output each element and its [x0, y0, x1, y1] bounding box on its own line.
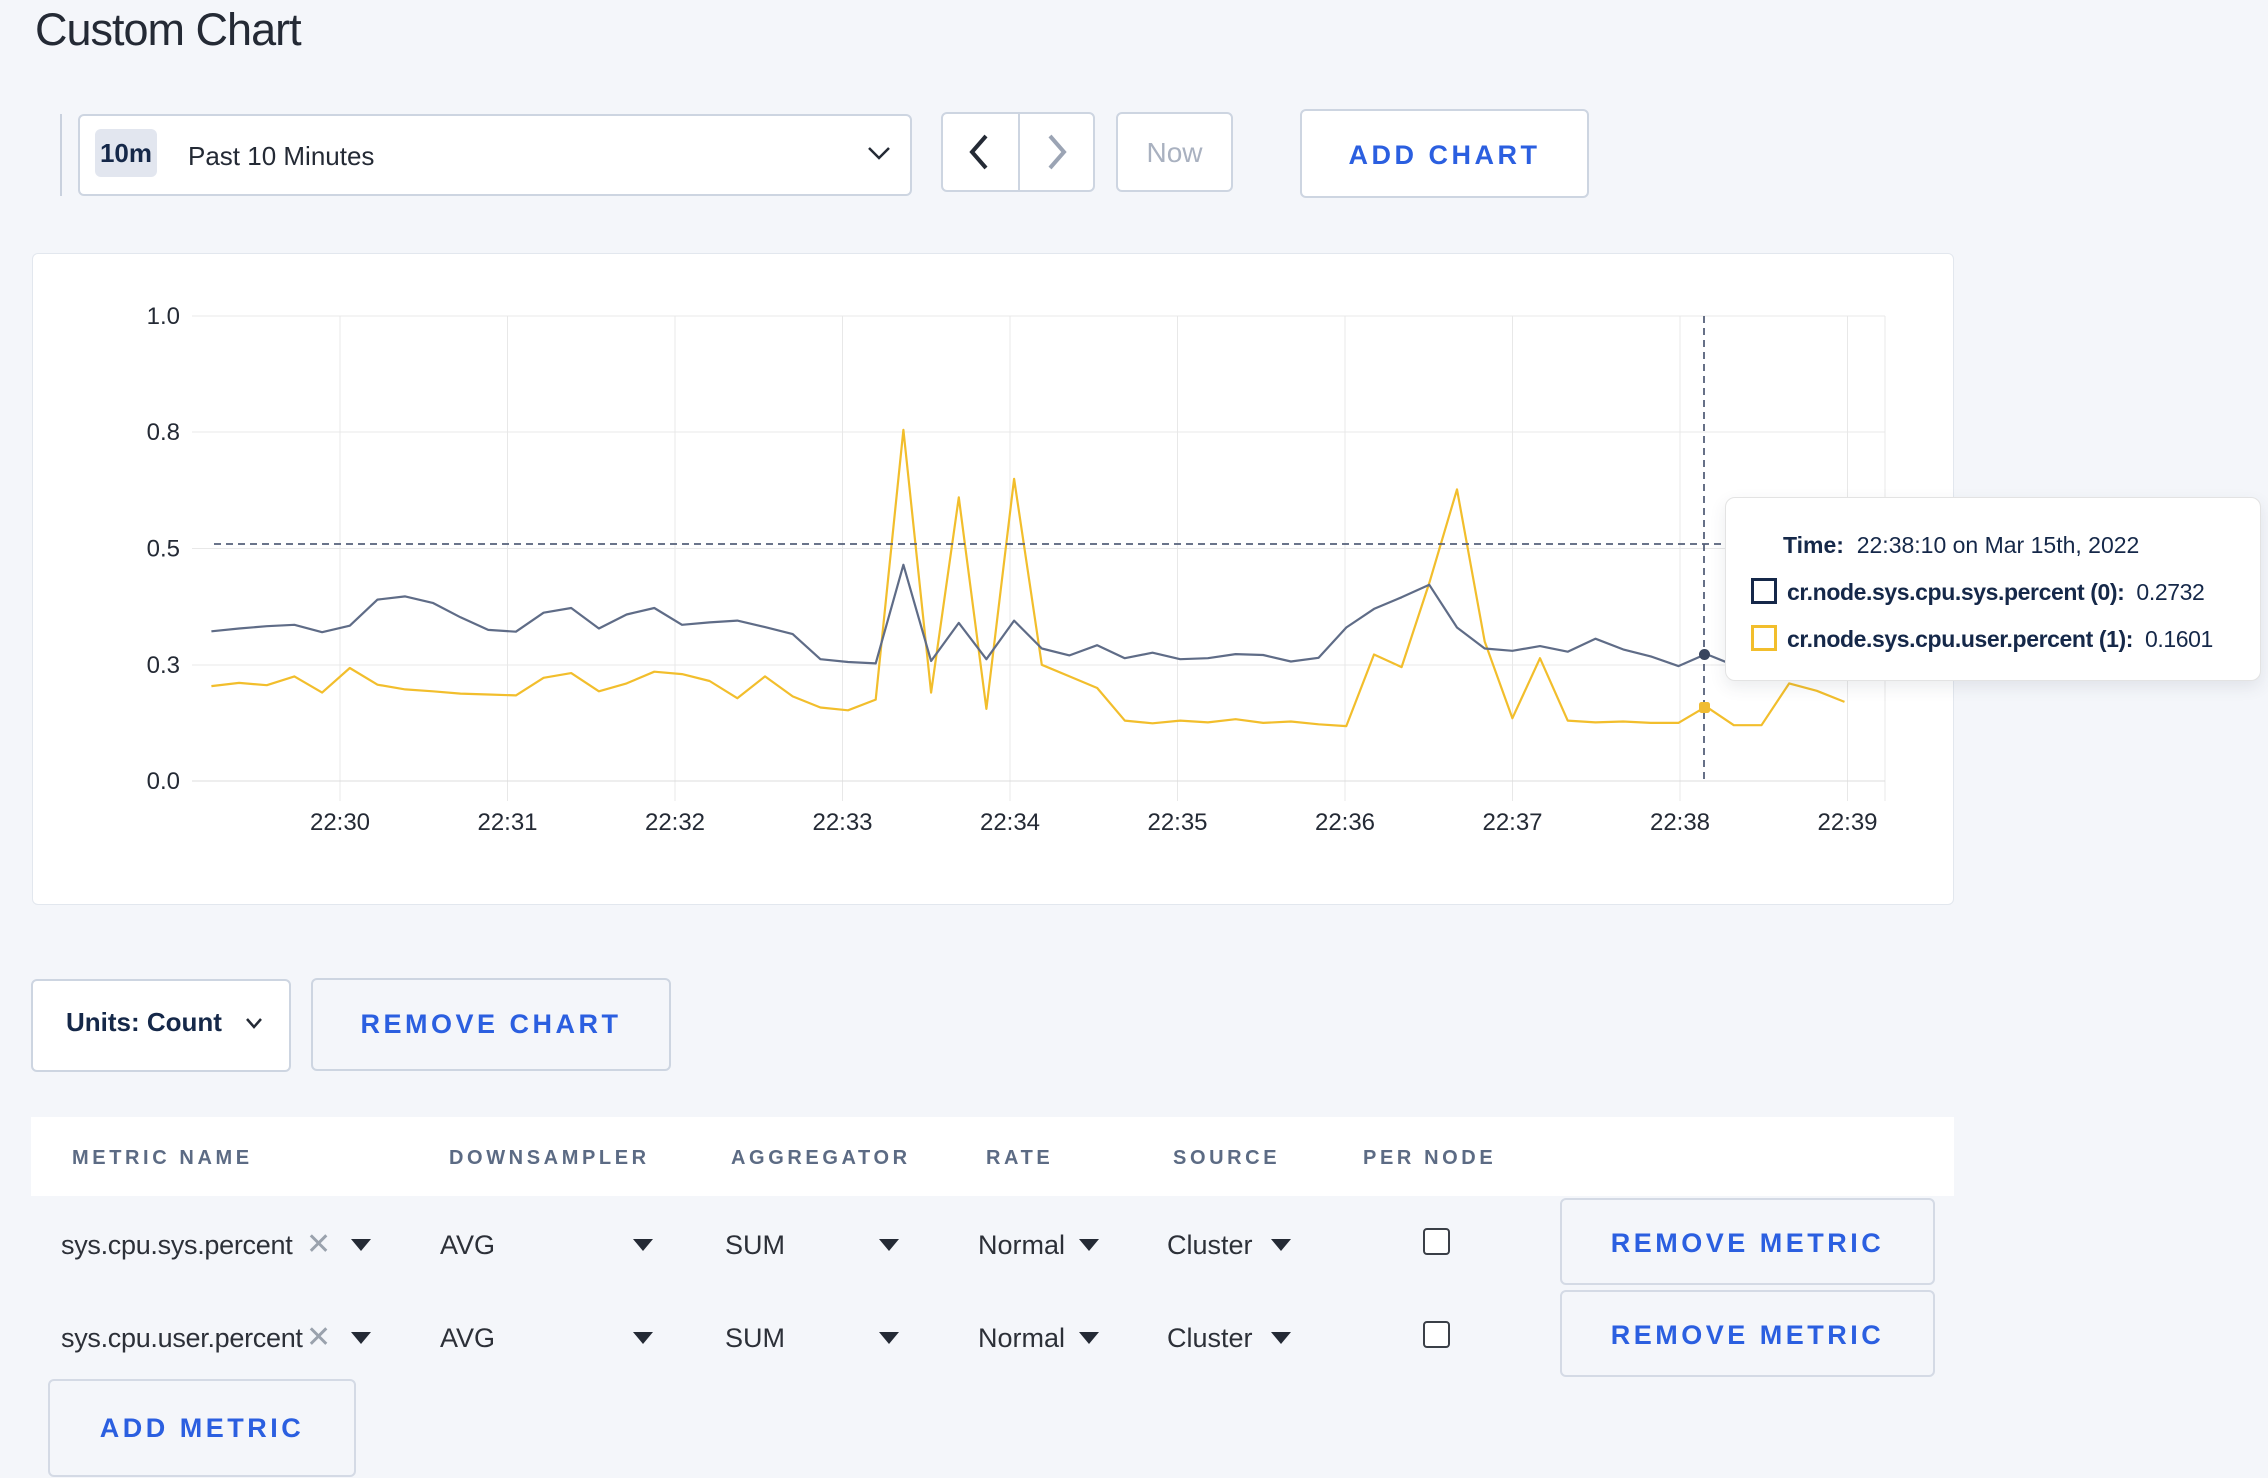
- svg-text:22:33: 22:33: [812, 809, 872, 836]
- svg-text:0.0: 0.0: [147, 768, 180, 795]
- svg-text:22:30: 22:30: [310, 809, 370, 836]
- svg-text:0.8: 0.8: [147, 419, 180, 446]
- svg-text:22:34: 22:34: [980, 809, 1040, 836]
- svg-text:0.3: 0.3: [147, 652, 180, 679]
- svg-text:22:32: 22:32: [645, 809, 705, 836]
- svg-text:1.0: 1.0: [147, 303, 180, 330]
- svg-text:22:36: 22:36: [1315, 809, 1375, 836]
- svg-text:22:39: 22:39: [1817, 809, 1877, 836]
- svg-text:22:37: 22:37: [1482, 809, 1542, 836]
- svg-text:22:31: 22:31: [477, 809, 537, 836]
- svg-text:22:35: 22:35: [1147, 809, 1207, 836]
- svg-text:22:38: 22:38: [1650, 809, 1710, 836]
- svg-text:0.5: 0.5: [147, 536, 180, 563]
